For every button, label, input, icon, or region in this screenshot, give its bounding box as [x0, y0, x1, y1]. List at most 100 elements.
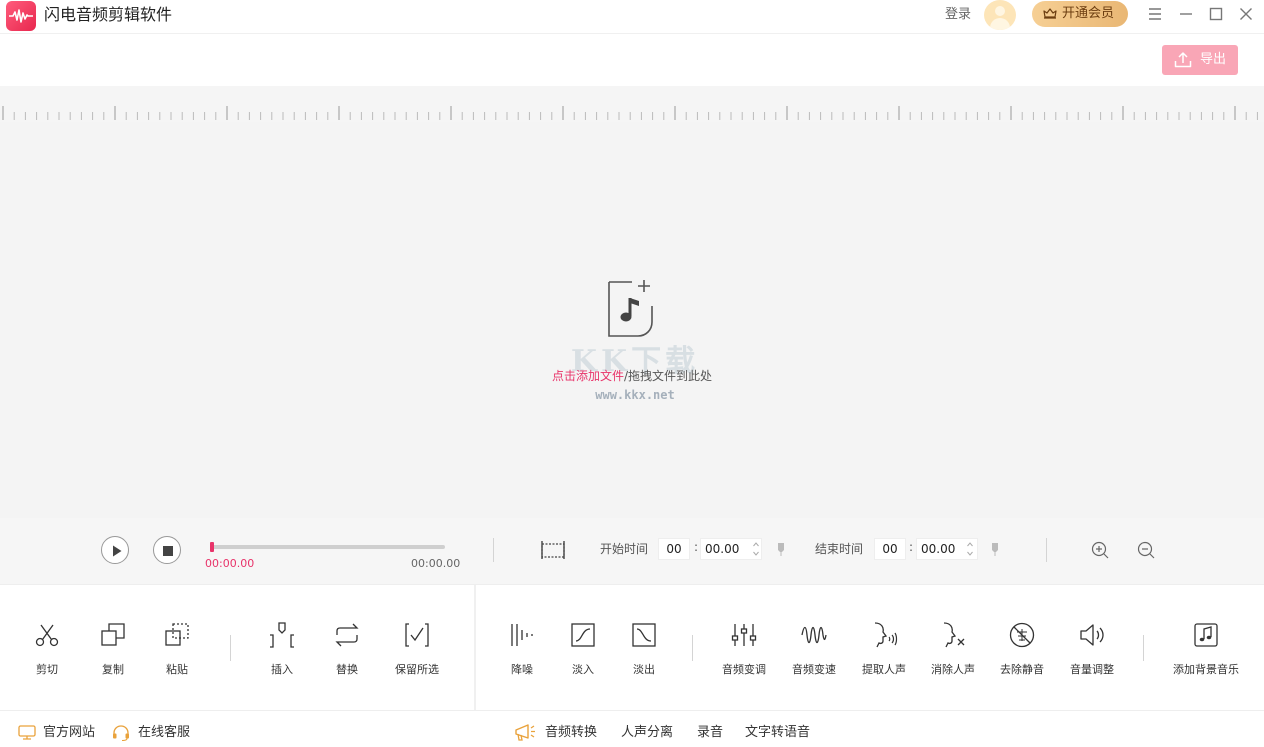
- file-drop-area[interactable]: KK下载 www.kkx.net 点击添加文件/拖拽文件到此处: [0, 122, 1264, 518]
- tool-panel-divider: [474, 585, 476, 711]
- fade-in-label: 淡入: [572, 663, 594, 676]
- headset-icon[interactable]: [112, 725, 130, 741]
- swap-icon: [335, 623, 359, 647]
- text-to-speech-link[interactable]: 文字转语音: [745, 725, 810, 741]
- add-audio-file-icon[interactable]: [606, 276, 662, 340]
- speed-change-tool[interactable]: 音频变速: [786, 621, 842, 677]
- app-title: 闪电音频剪辑软件: [44, 5, 173, 24]
- stop-icon: [163, 546, 173, 556]
- fade-in-icon: [571, 623, 595, 647]
- current-time: 00:00.00: [205, 557, 255, 570]
- official-website-link[interactable]: 官方网站: [43, 725, 95, 741]
- vocal-remove-icon: [943, 622, 965, 648]
- start-colon: :: [694, 540, 699, 554]
- divider: [1143, 635, 1144, 661]
- drop-hint: 点击添加文件/拖拽文件到此处: [0, 368, 1264, 384]
- remove-silence-label: 去除静音: [1000, 663, 1044, 676]
- select-range-icon[interactable]: [540, 540, 566, 564]
- cut-tool[interactable]: 剪切: [26, 621, 68, 677]
- start-time-stepper[interactable]: [752, 540, 760, 558]
- end-minute-input[interactable]: 00: [874, 538, 906, 560]
- timeline-ruler[interactable]: [0, 86, 1264, 122]
- website-icon[interactable]: [18, 725, 36, 740]
- start-minute-input[interactable]: 00: [658, 538, 690, 560]
- play-button[interactable]: [101, 536, 129, 564]
- open-vip-button[interactable]: 开通会员: [1032, 1, 1128, 27]
- denoise-label: 降噪: [511, 663, 533, 676]
- megaphone-icon: [515, 724, 535, 741]
- stop-button[interactable]: [153, 536, 181, 564]
- keep-selection-icon: [405, 623, 429, 647]
- audio-convert-link[interactable]: 音频转换: [545, 725, 597, 741]
- minimize-button[interactable]: [1176, 4, 1196, 24]
- avatar[interactable]: [984, 0, 1016, 30]
- copy-icon: [101, 623, 125, 646]
- open-vip-label: 开通会员: [1062, 6, 1115, 21]
- crown-icon: [1043, 8, 1057, 19]
- app-logo-icon: [6, 1, 36, 31]
- add-file-link[interactable]: 点击添加文件: [552, 369, 624, 383]
- total-time: 00:00.00: [411, 557, 461, 570]
- denoise-tool[interactable]: 降噪: [501, 621, 543, 677]
- close-icon: [1240, 8, 1252, 20]
- end-time-label: 结束时间: [815, 542, 864, 556]
- remove-vocal-label: 消除人声: [931, 663, 975, 676]
- progress-handle[interactable]: [210, 542, 214, 552]
- volume-adjust-tool[interactable]: 音量调整: [1064, 621, 1120, 677]
- volume-icon: [1080, 624, 1104, 646]
- login-link[interactable]: 登录: [945, 6, 971, 24]
- vocal-separate-link[interactable]: 人声分离: [621, 725, 673, 741]
- extract-vocal-tool[interactable]: 提取人声: [856, 621, 912, 677]
- ruler-ticks: [2, 106, 1258, 120]
- upload-icon: [1174, 52, 1192, 68]
- cut-label: 剪切: [36, 663, 58, 676]
- insert-icon: [270, 622, 294, 648]
- play-icon: [113, 545, 122, 557]
- divider: [493, 538, 494, 562]
- divider: [1046, 538, 1047, 562]
- fade-in-tool[interactable]: 淡入: [562, 621, 604, 677]
- copy-tool[interactable]: 复制: [92, 621, 134, 677]
- keep-selection-tool[interactable]: 保留所选: [390, 621, 444, 677]
- pitch-shift-tool[interactable]: 音频变调: [716, 621, 772, 677]
- music-note-icon: [1194, 623, 1218, 647]
- online-service-link[interactable]: 在线客服: [138, 725, 190, 741]
- volume-adjust-label: 音量调整: [1070, 663, 1114, 676]
- mute-icon: [1009, 622, 1035, 648]
- add-background-music-label: 添加背景音乐: [1173, 663, 1239, 676]
- fade-out-tool[interactable]: 淡出: [623, 621, 665, 677]
- set-start-marker-icon[interactable]: [776, 542, 786, 556]
- denoise-icon: [511, 624, 533, 646]
- title-bar: 闪电音频剪辑软件 登录 开通会员: [0, 0, 1264, 34]
- paste-tool[interactable]: 粘贴: [156, 621, 198, 677]
- export-button[interactable]: 导出: [1162, 45, 1238, 75]
- zoom-in-icon[interactable]: [1090, 540, 1110, 560]
- fade-out-label: 淡出: [633, 663, 655, 676]
- speed-change-label: 音频变速: [792, 663, 836, 676]
- wave-icon: [801, 626, 827, 644]
- add-background-music-tool[interactable]: 添加背景音乐: [1172, 621, 1240, 677]
- copy-label: 复制: [102, 663, 124, 676]
- maximize-icon: [1209, 7, 1223, 21]
- replace-tool[interactable]: 替换: [326, 621, 368, 677]
- extract-vocal-label: 提取人声: [862, 663, 906, 676]
- maximize-button[interactable]: [1206, 4, 1226, 24]
- replace-label: 替换: [336, 663, 358, 676]
- remove-silence-tool[interactable]: 去除静音: [994, 621, 1050, 677]
- insert-tool[interactable]: 插入: [261, 621, 303, 677]
- set-end-marker-icon[interactable]: [990, 542, 1000, 556]
- equalizer-icon: [731, 624, 757, 646]
- record-link[interactable]: 录音: [697, 725, 723, 741]
- start-time-label: 开始时间: [600, 542, 649, 556]
- insert-label: 插入: [271, 663, 293, 676]
- playback-bar: 00:00.00 00:00.00 开始时间 00 : 00.00 结束时间 0…: [0, 518, 1264, 584]
- close-button[interactable]: [1236, 4, 1256, 24]
- end-time-stepper[interactable]: [966, 540, 974, 558]
- menu-button[interactable]: [1145, 4, 1165, 24]
- playback-progress[interactable]: [210, 542, 445, 552]
- tool-panel: 剪切 复制 粘贴 插入 替换 保留所选 降噪 淡入 淡出 音频变调 音频变速 提…: [0, 584, 1264, 711]
- avatar-body: [990, 18, 1010, 30]
- divider: [692, 635, 693, 661]
- zoom-out-icon[interactable]: [1136, 540, 1156, 560]
- remove-vocal-tool[interactable]: 消除人声: [925, 621, 981, 677]
